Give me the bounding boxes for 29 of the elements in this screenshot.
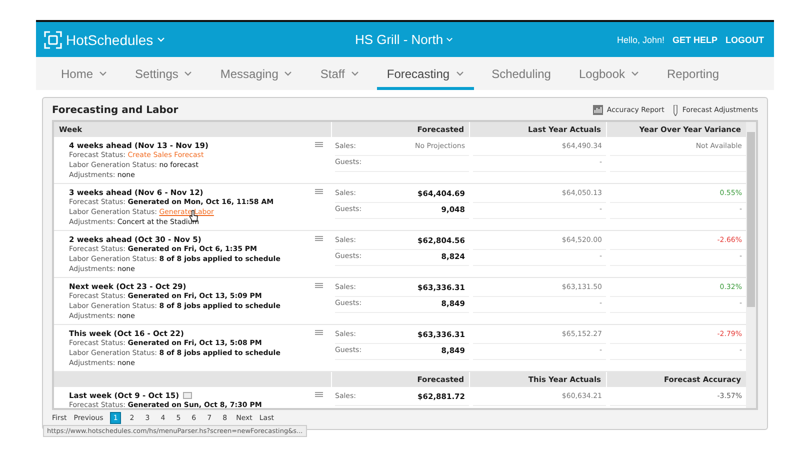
chevron-icon — [284, 71, 292, 76]
chart-icon — [592, 105, 603, 115]
chevron-icon — [157, 37, 166, 42]
note-icon — [183, 392, 192, 398]
nav-tab[interactable]: Forecasting — [376, 57, 474, 90]
nav-tab[interactable]: Logbook — [568, 57, 650, 90]
chevron-icon — [184, 71, 192, 76]
pencil-icon — [673, 104, 678, 116]
nav-tab[interactable]: Staff — [310, 57, 369, 90]
chevron-icon — [446, 37, 454, 42]
chevron-icon — [631, 71, 640, 76]
chevron-icon — [99, 71, 108, 76]
notes-icon[interactable] — [315, 392, 323, 398]
panel-title: Forecasting and Labor — [52, 104, 178, 116]
chevron-icon — [350, 71, 359, 76]
chevron-icon — [456, 71, 464, 76]
notes-icon[interactable] — [315, 142, 323, 148]
nav-tab[interactable]: Home — [51, 57, 118, 90]
nav-tab[interactable]: Reporting — [657, 57, 730, 90]
logo-icon — [44, 30, 62, 48]
nav-tab[interactable]: Settings — [125, 57, 202, 90]
notes-icon[interactable] — [315, 283, 323, 289]
notes-icon[interactable] — [315, 236, 323, 242]
scrollbar[interactable] — [746, 122, 756, 408]
notes-icon[interactable] — [315, 330, 323, 336]
nav-tab[interactable]: Scheduling — [482, 57, 561, 90]
greeting-text: Hello, John! — [616, 34, 664, 44]
nav-tab[interactable]: Messaging — [210, 57, 302, 90]
notes-icon[interactable] — [315, 189, 323, 195]
